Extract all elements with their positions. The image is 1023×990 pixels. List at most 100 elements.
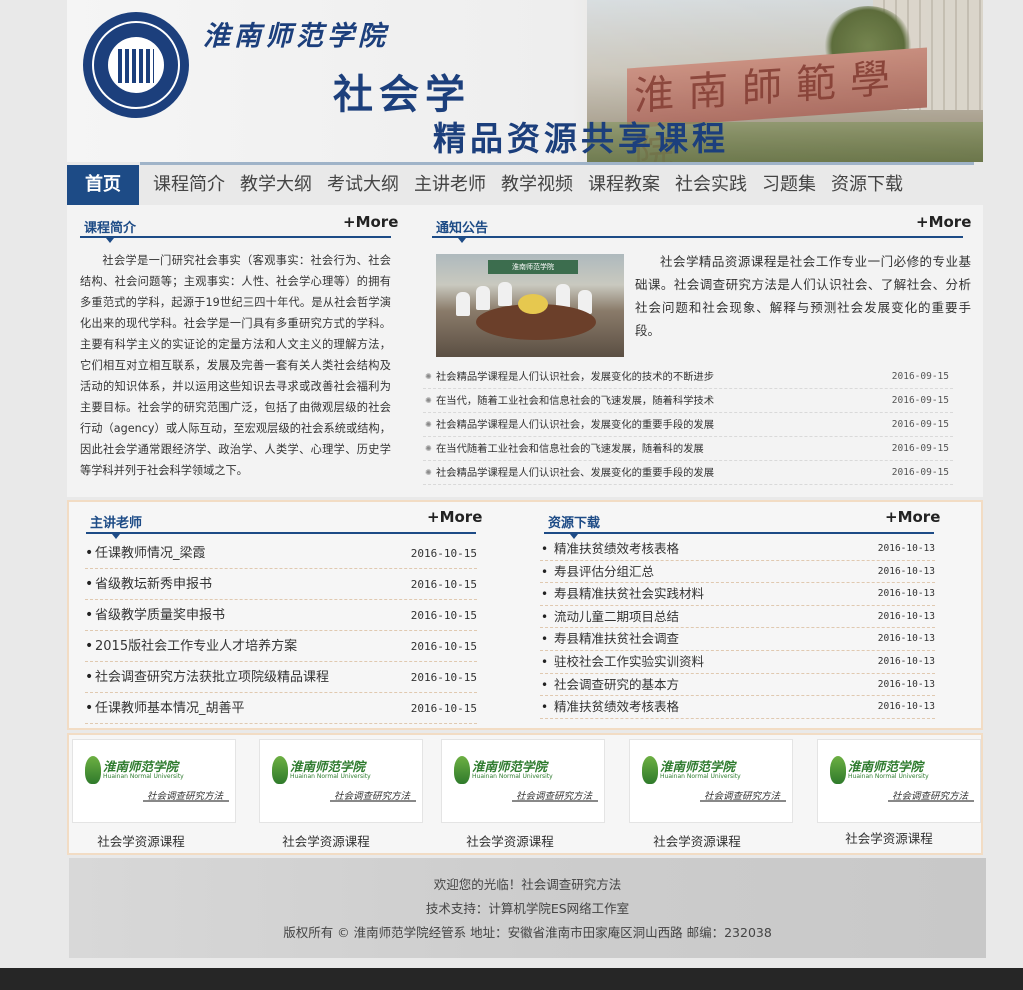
teacher-item-date: 2016-10-15	[410, 702, 477, 715]
teacher-item-title[interactable]: 省级教坛新秀申报书	[95, 577, 212, 592]
building-bars-icon	[118, 49, 154, 83]
notice-section-title: 通知公告	[436, 221, 489, 236]
course-link-card[interactable]: 淮南师范学院 Huainan Normal University 社会调查研究方…	[259, 739, 423, 823]
course-link-caption[interactable]: 社会学资源课程	[59, 831, 223, 850]
teacher-item-date: 2016-10-15	[410, 609, 477, 622]
main-nav: 首页 课程简介 教学大纲 考试大纲 主讲老师 教学视频 课程教案 社会实践 习题…	[67, 165, 983, 205]
download-list-item[interactable]: 流动儿童二期项目总结 2016-10-13	[540, 606, 935, 629]
site-footer: 欢迎您的光临！社会调查研究方法 技术支持：计算机学院ES网络工作室 版权所有 ©…	[69, 858, 986, 958]
course-link-caption[interactable]: 社会学资源课程	[807, 828, 971, 847]
teacher-item-title[interactable]: 省级教学质量奖申报书	[95, 608, 225, 623]
course-link-caption[interactable]: 社会学资源课程	[428, 831, 592, 850]
teachers-more-link[interactable]: +More	[427, 508, 482, 526]
person-figure	[476, 286, 490, 310]
leaf-logo-icon	[85, 756, 101, 784]
download-item-date: 2016-10-13	[877, 565, 935, 577]
download-item-title[interactable]: 寿县精准扶贫社会实践材料	[554, 586, 704, 601]
course-link-card[interactable]: 淮南师范学院 Huainan Normal University 社会调查研究方…	[629, 739, 793, 823]
downloads-more-link[interactable]: +More	[885, 508, 940, 526]
notice-item-title[interactable]: 社会精品学课程是人们认识社会、发展变化的重要手段的发展	[436, 467, 714, 479]
card-rule	[512, 800, 598, 802]
teachers-underline	[86, 532, 476, 534]
download-item-date: 2016-10-13	[877, 588, 935, 600]
course-subtitle: 精品资源共享课程	[433, 119, 729, 158]
notice-item-title[interactable]: 社会精品学课程是人们认识社会，发展变化的技术的不断进步	[436, 371, 714, 383]
nav-social-practice[interactable]: 社会实践	[675, 165, 747, 205]
download-item-title[interactable]: 寿县精准扶贫社会调查	[554, 631, 679, 646]
download-list-item[interactable]: 精准扶贫绩效考核表格 2016-10-13	[540, 538, 935, 561]
nav-videos[interactable]: 教学视频	[501, 165, 573, 205]
notice-list-item[interactable]: 社会精品学课程是人们认识社会、发展变化的重要手段的发展 2016-09-15	[423, 461, 953, 485]
course-link-card[interactable]: 淮南师范学院 Huainan Normal University 社会调查研究方…	[72, 739, 236, 823]
nav-lesson-plans[interactable]: 课程教案	[588, 165, 660, 205]
intro-more-link[interactable]: +More	[343, 213, 398, 231]
teacher-item-title[interactable]: 任课教师情况_梁霞	[95, 546, 206, 561]
nav-teachers[interactable]: 主讲老师	[414, 165, 486, 205]
nav-exercises[interactable]: 习题集	[762, 165, 816, 205]
course-link-caption[interactable]: 社会学资源课程	[244, 831, 408, 850]
middle-content-panel: 主讲老师 +More 任课教师情况_梁霞 2016-10-15 省级教坛新秀申报书…	[67, 500, 983, 730]
wall-char: 師	[742, 63, 782, 113]
teacher-list-item[interactable]: 省级教坛新秀申报书 2016-10-15	[85, 569, 477, 600]
footer-support: 技术支持：计算机学院ES网络工作室	[425, 901, 630, 916]
download-item-title[interactable]: 流动儿童二期项目总结	[554, 609, 679, 624]
download-list-item[interactable]: 精准扶贫绩效考核表格 2016-10-13	[540, 696, 935, 719]
download-item-title[interactable]: 精准扶贫绩效考核表格	[554, 699, 679, 714]
nav-home[interactable]: 首页	[67, 165, 139, 205]
card-logo-en: Huainan Normal University	[848, 773, 929, 780]
site-header: 淮南師範學院 淮南师范学院 社会学 精品资源共享课程	[67, 0, 983, 162]
teacher-item-title[interactable]: 2015版社会工作专业人才培养方案	[95, 639, 297, 654]
notice-list-item[interactable]: 在当代随着工业社会和信息社会的飞速发展，随着科的发展 2016-09-15	[423, 437, 953, 461]
intro-tick	[106, 238, 114, 243]
course-link-card[interactable]: 淮南师范学院 Huainan Normal University 社会调查研究方…	[441, 739, 605, 823]
footer-copyright: 版权所有 © 淮南师范学院经管系 地址：安徽省淮南市田家庵区洞山西路 邮编：23…	[283, 925, 772, 940]
download-item-date: 2016-10-13	[877, 543, 935, 554]
course-link-caption[interactable]: 社会学资源课程	[615, 831, 779, 850]
nav-exam-outline[interactable]: 考试大纲	[327, 165, 399, 205]
course-links-panel: 淮南师范学院 Huainan Normal University 社会调查研究方…	[67, 733, 983, 855]
university-seal-logo[interactable]	[83, 12, 189, 118]
downloads-underline	[544, 532, 934, 534]
download-list-item[interactable]: 寿县精准扶贫社会实践材料 2016-10-13	[540, 583, 935, 606]
card-logo-en: Huainan Normal University	[290, 773, 371, 780]
teacher-list-item[interactable]: 省级教学质量奖申报书 2016-10-15	[85, 600, 477, 631]
teacher-item-date: 2016-10-15	[410, 671, 477, 684]
teacher-list-item[interactable]: 任课教师情况_梁霞 2016-10-15	[85, 538, 477, 569]
wall-char: 學	[850, 56, 890, 105]
download-item-date: 2016-10-13	[877, 610, 935, 622]
wall-char: 範	[796, 59, 836, 109]
nav-downloads[interactable]: 资源下载	[831, 165, 903, 205]
teacher-item-date: 2016-10-15	[410, 578, 477, 591]
teachers-section-title: 主讲老师	[90, 516, 143, 531]
teacher-item-date: 2016-10-15	[410, 547, 477, 560]
course-link-card[interactable]: 淮南师范学院 Huainan Normal University 社会调查研究方…	[817, 739, 981, 823]
download-item-title[interactable]: 驻校社会工作实验实训资料	[554, 654, 704, 669]
leaf-logo-icon	[272, 756, 288, 784]
notice-list-item[interactable]: 社会精品学课程是人们认识社会，发展变化的技术的不断进步 2016-09-15	[423, 365, 953, 389]
notice-item-date: 2016-09-15	[891, 395, 949, 406]
teacher-item-title[interactable]: 任课教师基本情况_胡善平	[95, 701, 245, 716]
download-list-item[interactable]: 寿县精准扶贫社会调查 2016-10-13	[540, 628, 935, 651]
notice-list-item[interactable]: 在当代，随着工业社会和信息社会的飞速发展，随着科学技术 2016-09-15	[423, 389, 953, 413]
notice-more-link[interactable]: +More	[916, 213, 971, 231]
download-list-item[interactable]: 社会调查研究的基本方 2016-10-13	[540, 674, 935, 697]
intro-text: 社会学是一门研究社会事实（客观事实：社会行为、社会结构、社会问题等；主观事实：人…	[80, 254, 391, 477]
nav-course-intro[interactable]: 课程简介	[153, 165, 225, 205]
teacher-list-item[interactable]: 任课教师基本情况_胡善平 2016-10-15	[85, 693, 477, 724]
notice-item-title[interactable]: 在当代随着工业社会和信息社会的飞速发展，随着科的发展	[436, 443, 704, 455]
download-item-title[interactable]: 寿县评估分组汇总	[554, 564, 654, 579]
teacher-item-title[interactable]: 社会调查研究方法获批立项院级精品课程	[95, 670, 329, 685]
download-list-item[interactable]: 驻校社会工作实验实训资料 2016-10-13	[540, 651, 935, 674]
download-item-date: 2016-10-13	[877, 655, 935, 667]
download-item-title[interactable]: 社会调查研究的基本方	[554, 677, 679, 692]
teacher-list-item[interactable]: 2015版社会工作专业人才培养方案 2016-10-15	[85, 631, 477, 662]
notice-list-item[interactable]: 社会精品学课程是人们认识社会，发展变化的重要手段的发展 2016-09-15	[423, 413, 953, 437]
notice-item-title[interactable]: 社会精品学课程是人们认识社会，发展变化的重要手段的发展	[436, 419, 714, 431]
notice-item-title[interactable]: 在当代，随着工业社会和信息社会的飞速发展，随着科学技术	[436, 395, 714, 407]
download-item-title[interactable]: 精准扶贫绩效考核表格	[554, 541, 679, 556]
meeting-photo[interactable]: 淮南师范学院	[436, 254, 624, 357]
download-item-date: 2016-10-13	[877, 633, 935, 645]
download-list-item[interactable]: 寿县评估分组汇总 2016-10-13	[540, 561, 935, 584]
nav-syllabus[interactable]: 教学大纲	[240, 165, 312, 205]
teacher-list-item[interactable]: 社会调查研究方法获批立项院级精品课程 2016-10-15	[85, 662, 477, 693]
